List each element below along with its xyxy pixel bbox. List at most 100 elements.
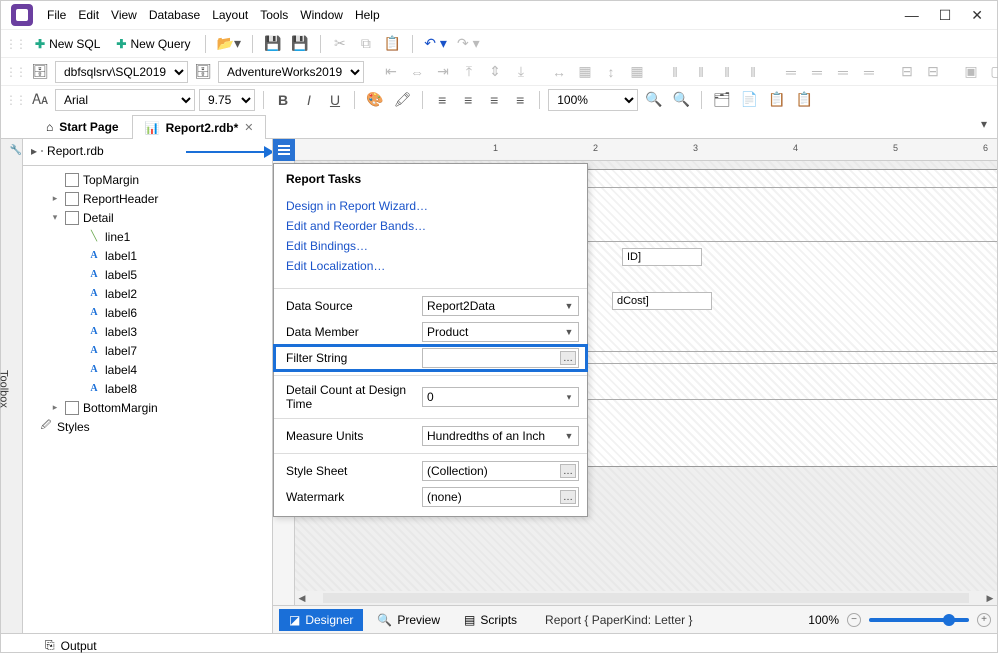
save-button[interactable]: 💾 (261, 33, 284, 55)
view-tab-preview[interactable]: 🔍Preview (367, 609, 450, 631)
smart-tag-button[interactable] (273, 139, 295, 161)
vspace-eq-icon[interactable]: ═ (780, 61, 802, 83)
font-combo[interactable]: Arial (55, 89, 195, 111)
save-all-button[interactable]: 💾 (288, 33, 311, 55)
watermark-field[interactable]: (none)… (422, 487, 579, 507)
italic-button[interactable]: I (298, 89, 320, 111)
menu-window[interactable]: Window (300, 8, 343, 22)
tree-topmargin[interactable]: TopMargin (83, 173, 139, 187)
chevron-down-icon[interactable]: ▼ (562, 429, 576, 443)
window-maximize-icon[interactable]: ☐ (939, 7, 952, 24)
vspace-dec-icon[interactable]: ═ (832, 61, 854, 83)
tree-label1[interactable]: label1 (105, 249, 137, 263)
center-h-icon[interactable]: ⊟ (896, 61, 918, 83)
menu-database[interactable]: Database (149, 8, 200, 22)
text-justify-button[interactable]: ≡ (509, 89, 531, 111)
twisty-icon[interactable]: ▸ (49, 193, 61, 204)
menu-tools[interactable]: Tools (260, 8, 288, 22)
tree-detail[interactable]: Detail (83, 211, 114, 225)
align-middle-icon[interactable]: ⇕ (484, 61, 506, 83)
tree-label4[interactable]: label4 (105, 363, 137, 377)
backcolor-button[interactable]: 🖍 (390, 89, 414, 111)
server-combo[interactable]: dbfsqlsrv\SQL2019 (55, 61, 188, 83)
same-height-icon[interactable]: ↕ (600, 61, 622, 83)
underline-button[interactable]: U (324, 89, 346, 111)
new-query-button[interactable]: ✚New Query (110, 33, 196, 55)
ellipsis-button[interactable]: … (560, 490, 576, 504)
tab-options-icon[interactable]: ▾ (981, 117, 987, 131)
new-sql-button[interactable]: ✚New SQL (29, 33, 106, 55)
hspace-rm-icon[interactable]: ‖ (742, 61, 764, 83)
hspace-inc-icon[interactable]: ‖ (690, 61, 712, 83)
vspace-inc-icon[interactable]: ═ (806, 61, 828, 83)
zoom-out-button[interactable]: − (847, 613, 861, 627)
tool1-button[interactable]: 🗂 (710, 89, 734, 111)
open-dropdown-button[interactable]: 📂▾ (214, 33, 244, 55)
copy-button[interactable]: ⧉ (355, 33, 377, 55)
spinner-icon[interactable]: ▾ (562, 390, 576, 404)
menu-view[interactable]: View (111, 8, 137, 22)
view-tab-designer[interactable]: ◪Designer (279, 609, 363, 631)
text-left-button[interactable]: ≡ (431, 89, 453, 111)
link-edit-bands[interactable]: Edit and Reorder Bands… (286, 216, 575, 236)
tree-root[interactable]: Report.rdb (47, 144, 104, 158)
ellipsis-button[interactable]: … (560, 464, 576, 478)
expand-tree-icon[interactable]: ▸ (31, 144, 37, 158)
align-right-icon[interactable]: ⇥ (432, 61, 454, 83)
grid-size2-icon[interactable]: ▦ (626, 61, 648, 83)
zoom-in-button[interactable]: 🔍 (642, 89, 665, 111)
field-cost[interactable]: dCost] (612, 292, 712, 310)
bold-button[interactable]: B (272, 89, 294, 111)
tree-bottommargin[interactable]: BottomMargin (83, 401, 158, 415)
tree-reportheader[interactable]: ReportHeader (83, 192, 158, 206)
link-design-wizard[interactable]: Design in Report Wizard… (286, 196, 575, 216)
hspace-eq-icon[interactable]: ‖ (664, 61, 686, 83)
close-tab-icon[interactable]: ✕ (244, 121, 253, 134)
measureunits-field[interactable]: Hundredths of an Inch▼ (422, 426, 579, 446)
twisty-icon[interactable]: ▸ (49, 402, 61, 413)
bring-front-icon[interactable]: ▣ (960, 61, 982, 83)
tab-start-page[interactable]: ⌂Start Page (33, 114, 132, 138)
tree-label8[interactable]: label8 (105, 382, 137, 396)
zoom-in-button[interactable]: + (977, 613, 991, 627)
tool4-button[interactable]: 📋 (793, 89, 816, 111)
tool3-button[interactable]: 📋 (765, 89, 788, 111)
tree-label3[interactable]: label3 (105, 325, 137, 339)
align-left-icon[interactable]: ⇤ (380, 61, 402, 83)
grid-size-icon[interactable]: ▦ (574, 61, 596, 83)
tree-line1[interactable]: line1 (105, 230, 130, 244)
zoom-out-button[interactable]: 🔍 (670, 89, 693, 111)
db-icon[interactable]: 🗄 (29, 61, 51, 83)
datasource-field[interactable]: Report2Data▼ (422, 296, 579, 316)
undo-button[interactable]: ↶ ▾ (421, 33, 450, 55)
menu-help[interactable]: Help (355, 8, 380, 22)
center-v-icon[interactable]: ⊟ (922, 61, 944, 83)
detailcount-field[interactable]: 0▾ (422, 387, 579, 407)
paste-button[interactable]: 📋 (381, 33, 404, 55)
filterstring-field[interactable]: … (422, 348, 579, 368)
align-top-icon[interactable]: ⤒ (458, 61, 480, 83)
font-icon[interactable]: 🗛 (29, 89, 51, 111)
send-back-icon[interactable]: ▢ (986, 61, 998, 83)
window-minimize-icon[interactable]: — (905, 7, 919, 24)
zoom-combo[interactable]: 100% (548, 89, 638, 111)
database-combo[interactable]: AdventureWorks2019 (218, 61, 364, 83)
forecolor-button[interactable]: 🎨 (363, 89, 386, 111)
window-close-icon[interactable]: ✕ (971, 7, 983, 24)
text-center-button[interactable]: ≡ (457, 89, 479, 111)
datamember-field[interactable]: Product▼ (422, 322, 579, 342)
hspace-dec-icon[interactable]: ‖ (716, 61, 738, 83)
field-id[interactable]: ID] (622, 248, 702, 266)
align-bottom-icon[interactable]: ⤓ (510, 61, 532, 83)
db2-icon[interactable]: 🗄 (192, 61, 214, 83)
tree-styles[interactable]: Styles (57, 420, 90, 434)
align-center-h-icon[interactable]: ⇔ (406, 61, 428, 83)
zoom-slider[interactable] (869, 618, 969, 622)
tree-label5[interactable]: label5 (105, 268, 137, 282)
stylesheet-field[interactable]: (Collection)… (422, 461, 579, 481)
twisty-icon[interactable]: ▾ (49, 212, 61, 223)
fontsize-combo[interactable]: 9.75 (199, 89, 255, 111)
link-edit-bindings[interactable]: Edit Bindings… (286, 236, 575, 256)
toolbox-panel[interactable]: 🔧 Toolbox (1, 139, 23, 633)
redo-button[interactable]: ↷ ▾ (454, 33, 483, 55)
